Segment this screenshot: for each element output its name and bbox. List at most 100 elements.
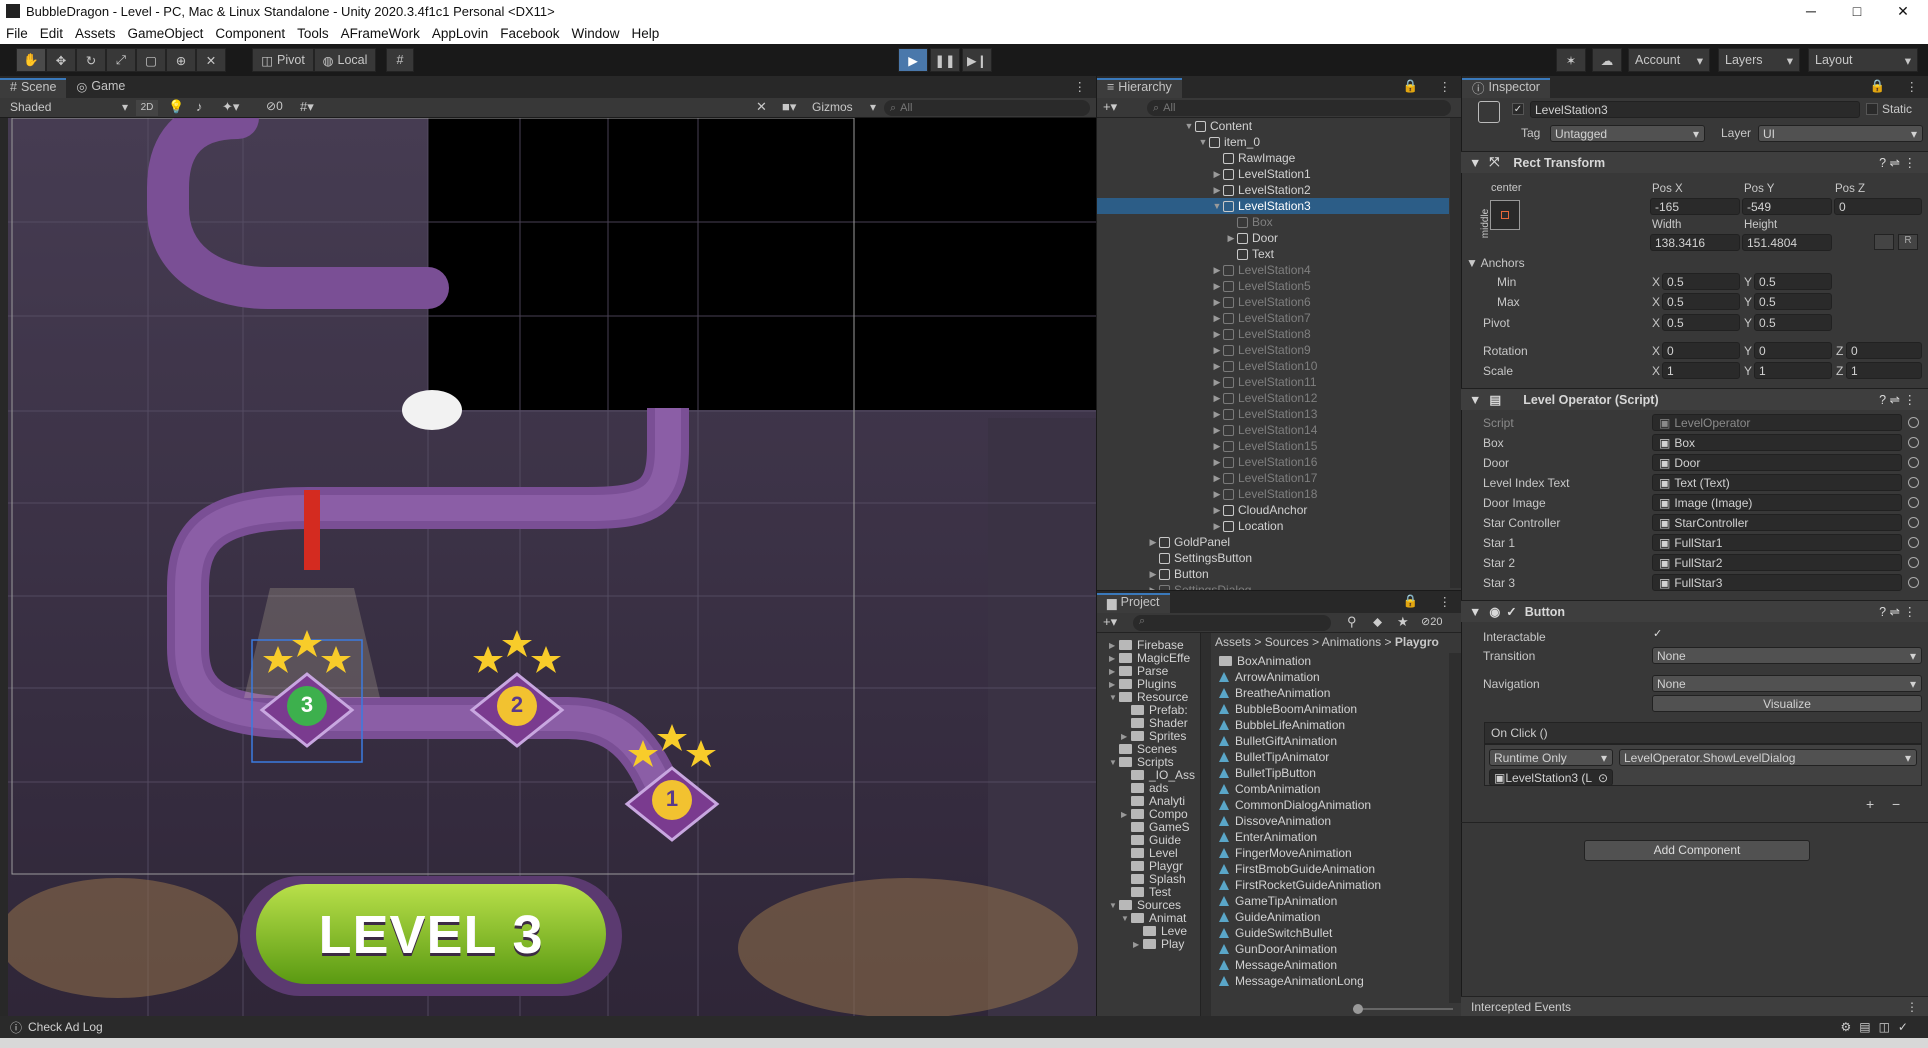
hierarchy-item[interactable]: ▶ LevelStation6 xyxy=(1097,294,1449,310)
object-picker-icon[interactable] xyxy=(1908,537,1919,548)
anchor-max-x-field[interactable]: 0.5 xyxy=(1662,293,1740,310)
object-picker-icon[interactable] xyxy=(1908,517,1919,528)
minimize-button[interactable]: ─ xyxy=(1788,0,1834,22)
layout-dropdown[interactable]: Layout ▾ xyxy=(1808,48,1918,72)
object-reference-field[interactable]: ▣ Text (Text) xyxy=(1652,474,1919,491)
hierarchy-item[interactable]: ▶ LevelStation17 xyxy=(1097,470,1449,486)
local-toggle[interactable]: ◍ Local xyxy=(314,48,376,72)
account-dropdown[interactable]: Account ▾ xyxy=(1628,48,1710,72)
maximize-button[interactable]: □ xyxy=(1834,0,1880,22)
anchor-preset-button[interactable] xyxy=(1490,200,1520,230)
tab-scene[interactable]: # Scene xyxy=(0,78,67,98)
component-options-icon[interactable]: ? ⇌ ⋮ xyxy=(1879,392,1916,407)
fold-arrow-icon[interactable]: ▼ xyxy=(1109,758,1119,767)
blueprint-mode-icon[interactable] xyxy=(1874,234,1894,250)
lock-icon[interactable]: 🔒 xyxy=(1393,593,1429,613)
breadcrumb-animations[interactable]: Animations xyxy=(1322,635,1381,649)
posx-field[interactable]: -165 xyxy=(1650,198,1740,215)
object-reference-field[interactable]: ▣ Box xyxy=(1652,434,1919,451)
breadcrumb-sources[interactable]: Sources xyxy=(1265,635,1309,649)
hierarchy-item[interactable]: ▶ LevelStation10 xyxy=(1097,358,1449,374)
menu-help[interactable]: Help xyxy=(626,26,666,41)
object-picker-icon[interactable] xyxy=(1908,557,1919,568)
tab-project[interactable]: ▆ Project xyxy=(1097,593,1170,613)
hierarchy-item[interactable]: ▶ LevelStation15 xyxy=(1097,438,1449,454)
object-picker-icon[interactable] xyxy=(1908,577,1919,588)
posy-field[interactable]: -549 xyxy=(1742,198,1832,215)
button-component-header[interactable]: ▼ ◉ ✓ Button ? ⇌ ⋮ xyxy=(1461,600,1928,622)
lock-icon[interactable]: 🔒 xyxy=(1393,78,1429,98)
rotation-y-field[interactable]: 0 xyxy=(1754,342,1832,359)
navigation-dropdown[interactable]: None ▾ xyxy=(1652,675,1922,692)
scene-viewport[interactable]: 3 2 1 LEVEL 3 xyxy=(8,118,1096,1016)
pause-button[interactable]: ❚❚ xyxy=(930,48,960,72)
anchor-min-y-field[interactable]: 0.5 xyxy=(1754,273,1832,290)
hierarchy-item[interactable]: ▶ Door xyxy=(1097,230,1449,246)
fold-arrow-icon[interactable]: ▼ xyxy=(1109,901,1119,910)
visualize-button[interactable]: Visualize xyxy=(1652,695,1922,712)
static-checkbox[interactable] xyxy=(1866,103,1878,115)
hierarchy-item[interactable]: ▶ LevelStation13 xyxy=(1097,406,1449,422)
object-picker-icon[interactable]: ⊙ xyxy=(1598,771,1608,785)
play-button[interactable]: ▶ xyxy=(898,48,928,72)
fold-arrow-icon[interactable]: ▶ xyxy=(1211,409,1223,420)
fold-arrow-icon[interactable]: ▼ xyxy=(1197,137,1209,147)
hierarchy-item[interactable]: ▶ LevelStation18 xyxy=(1097,486,1449,502)
fold-arrow-icon[interactable]: ▶ xyxy=(1225,233,1237,244)
anchor-max-y-field[interactable]: 0.5 xyxy=(1754,293,1832,310)
asset-item[interactable]: MessageAnimation xyxy=(1219,957,1337,973)
menu-aframework[interactable]: AFrameWork xyxy=(335,26,426,41)
hidden-packages-toggle[interactable]: ⊘20 xyxy=(1421,615,1442,628)
object-name-field[interactable]: LevelStation3 xyxy=(1530,101,1860,118)
fold-arrow-icon[interactable]: ▶ xyxy=(1211,521,1223,532)
step-button[interactable]: ▶❙ xyxy=(962,48,992,72)
fold-arrow-icon[interactable]: ▶ xyxy=(1121,810,1131,819)
hierarchy-item[interactable]: ▶ CloudAnchor xyxy=(1097,502,1449,518)
hierarchy-item[interactable]: ▶ LevelStation1 xyxy=(1097,166,1449,182)
grid-icon[interactable]: #▾ xyxy=(300,99,314,115)
asset-item[interactable]: GuideSwitchBullet xyxy=(1219,925,1332,941)
interactable-checkbox[interactable]: ✓ xyxy=(1653,629,1665,641)
fold-arrow-icon[interactable]: ▼ xyxy=(1109,693,1119,702)
function-dropdown[interactable]: LevelOperator.ShowLevelDialog ▾ xyxy=(1619,749,1917,766)
posz-field[interactable]: 0 xyxy=(1834,198,1922,215)
scale-y-field[interactable]: 1 xyxy=(1754,362,1832,379)
object-picker-icon[interactable] xyxy=(1908,417,1919,428)
asset-item[interactable]: BubbleBoomAnimation xyxy=(1219,701,1357,717)
asset-item[interactable]: CommonDialogAnimation xyxy=(1219,797,1371,813)
lock-icon[interactable]: 🔒 xyxy=(1860,78,1896,98)
fold-arrow-icon[interactable]: ▶ xyxy=(1211,505,1223,516)
width-field[interactable]: 138.3416 xyxy=(1650,234,1740,251)
fold-arrow-icon[interactable]: ▶ xyxy=(1211,441,1223,452)
pivot-y-field[interactable]: 0.5 xyxy=(1754,314,1832,331)
hierarchy-search-input[interactable]: ⌕ All xyxy=(1147,100,1451,116)
asset-item[interactable]: DissoveAnimation xyxy=(1219,813,1331,829)
tools-icon[interactable]: ✕ xyxy=(756,99,767,115)
filter-label-icon[interactable]: ⬥ xyxy=(1373,614,1382,630)
menu-file[interactable]: File xyxy=(0,26,34,41)
fold-arrow-icon[interactable]: ▶ xyxy=(1211,393,1223,404)
fold-arrow-icon[interactable]: ▶ xyxy=(1211,265,1223,276)
status-icons[interactable]: ⚙▤◫✓ xyxy=(1841,1020,1917,1034)
fold-arrow-icon[interactable]: ▶ xyxy=(1211,329,1223,340)
shading-dropdown[interactable]: Shaded ▾ xyxy=(10,100,128,116)
hierarchy-item[interactable]: Text xyxy=(1097,246,1449,262)
hierarchy-item[interactable]: ▶ LevelStation7 xyxy=(1097,310,1449,326)
raw-edit-button[interactable]: R xyxy=(1898,234,1918,250)
anchor-min-x-field[interactable]: 0.5 xyxy=(1662,273,1740,290)
object-reference-field[interactable]: ▣ FullStar1 xyxy=(1652,534,1919,551)
height-field[interactable]: 151.4804 xyxy=(1742,234,1832,251)
enabled-checkbox[interactable]: ✓ xyxy=(1506,604,1516,619)
hierarchy-item[interactable]: ▶ LevelStation12 xyxy=(1097,390,1449,406)
menu-applovin[interactable]: AppLovin xyxy=(426,26,494,41)
object-reference-field[interactable]: ▣ FullStar2 xyxy=(1652,554,1919,571)
asset-item[interactable]: BulletTipButton xyxy=(1219,765,1316,781)
object-picker-icon[interactable] xyxy=(1908,437,1919,448)
file-list-scrollbar[interactable] xyxy=(1449,653,1461,1003)
icon-size-slider[interactable] xyxy=(1353,1003,1453,1015)
remove-event-button[interactable]: − xyxy=(1892,796,1900,812)
asset-item[interactable]: BreatheAnimation xyxy=(1219,685,1330,701)
object-picker-icon[interactable] xyxy=(1908,457,1919,468)
panel-menu-icon[interactable]: ⋮ xyxy=(1064,78,1097,98)
close-button[interactable]: ✕ xyxy=(1880,0,1926,22)
